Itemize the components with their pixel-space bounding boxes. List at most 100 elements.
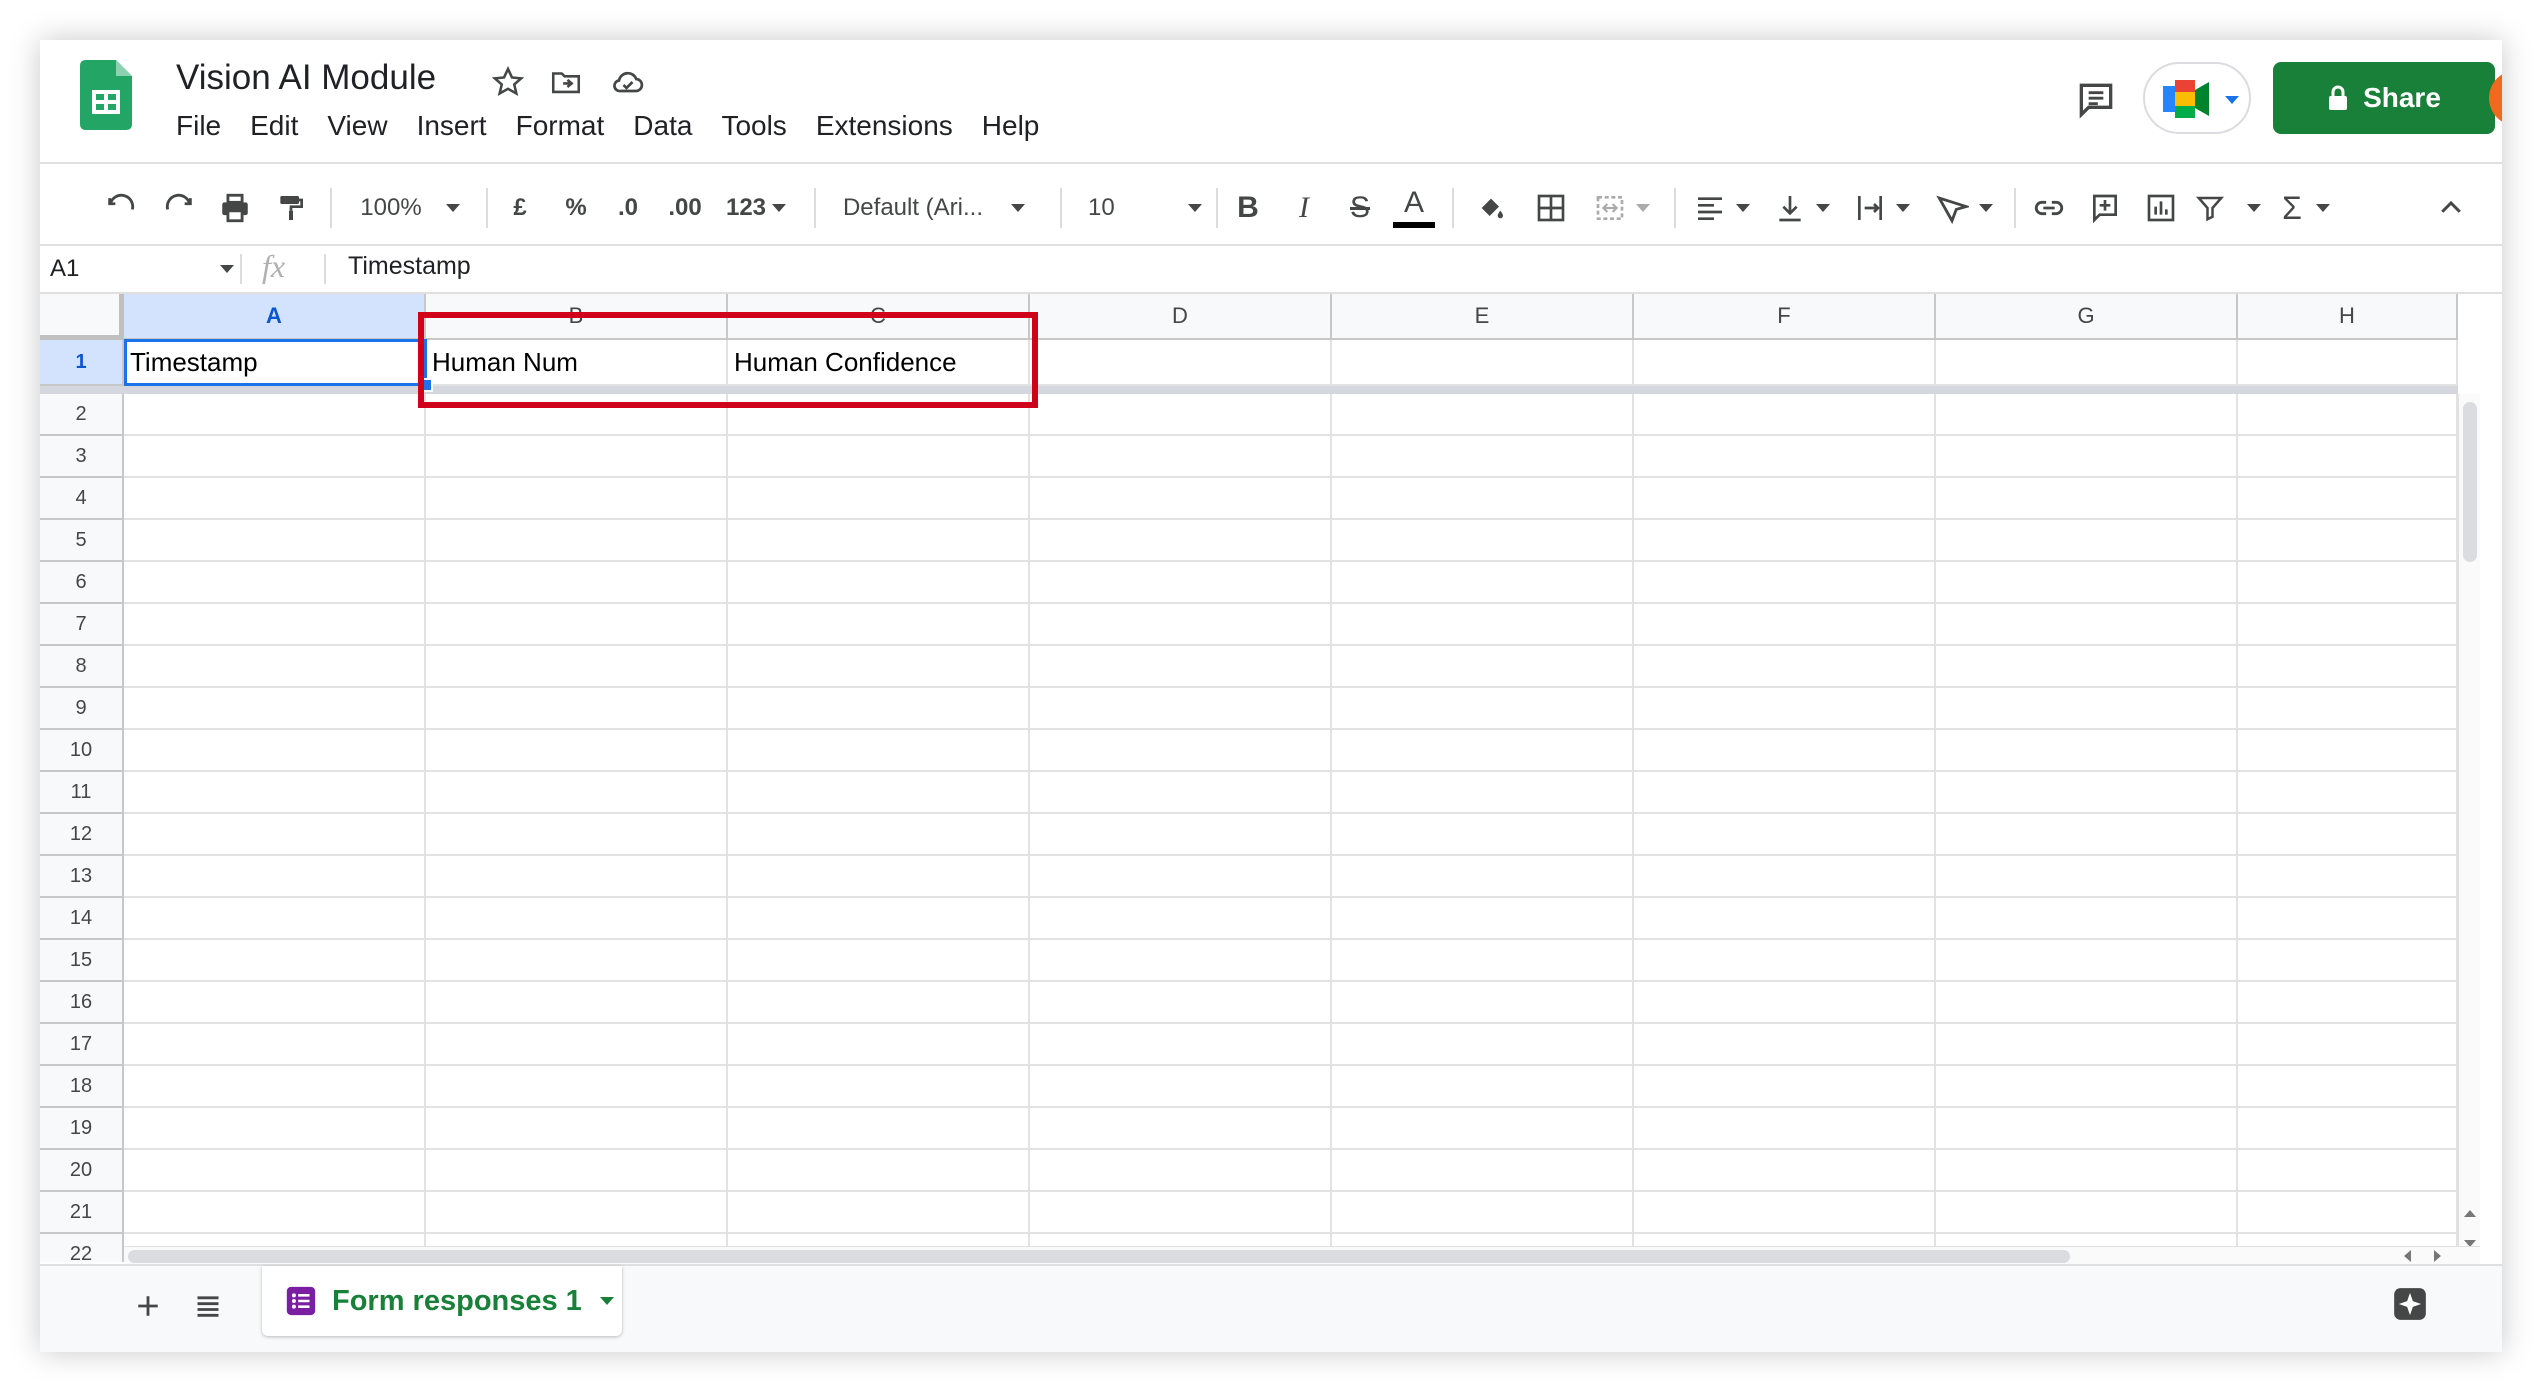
cell-e13[interactable] xyxy=(1332,856,1634,898)
cell-b5[interactable] xyxy=(426,520,728,562)
cell-b3[interactable] xyxy=(426,436,728,478)
cell-h11[interactable] xyxy=(2238,772,2458,814)
menu-extensions[interactable]: Extensions xyxy=(816,110,953,142)
fill-color-button[interactable] xyxy=(1466,174,1516,242)
cell-d18[interactable] xyxy=(1030,1066,1332,1108)
cell-f21[interactable] xyxy=(1634,1192,1936,1234)
cell-a5[interactable] xyxy=(124,520,426,562)
cell-c13[interactable] xyxy=(728,856,1030,898)
cell-c6[interactable] xyxy=(728,562,1030,604)
horizontal-scroll-thumb[interactable] xyxy=(128,1250,2070,1263)
cell-h17[interactable] xyxy=(2238,1024,2458,1066)
cell-d5[interactable] xyxy=(1030,520,1332,562)
cell-f7[interactable] xyxy=(1634,604,1936,646)
row-header-15[interactable]: 15 xyxy=(40,940,124,982)
cell-e19[interactable] xyxy=(1332,1108,1634,1150)
cell-h21[interactable] xyxy=(2238,1192,2458,1234)
text-color-button[interactable]: A xyxy=(1390,174,1438,242)
cell-d4[interactable] xyxy=(1030,478,1332,520)
cell-f20[interactable] xyxy=(1634,1150,1936,1192)
cell-h1[interactable] xyxy=(2238,340,2458,386)
column-header-g[interactable]: G xyxy=(1936,294,2238,340)
cell-g5[interactable] xyxy=(1936,520,2238,562)
cell-f14[interactable] xyxy=(1634,898,1936,940)
cell-e15[interactable] xyxy=(1332,940,1634,982)
scroll-up-arrow-icon[interactable] xyxy=(2464,1210,2476,1217)
row-header-18[interactable]: 18 xyxy=(40,1066,124,1108)
cell-g1[interactable] xyxy=(1936,340,2238,386)
name-box[interactable]: A1 xyxy=(40,246,240,292)
move-to-folder-icon[interactable] xyxy=(546,62,586,102)
cell-b12[interactable] xyxy=(426,814,728,856)
text-rotation-button[interactable] xyxy=(1924,174,2004,242)
cell-e5[interactable] xyxy=(1332,520,1634,562)
cell-h10[interactable] xyxy=(2238,730,2458,772)
cell-d19[interactable] xyxy=(1030,1108,1332,1150)
row-header-12[interactable]: 12 xyxy=(40,814,124,856)
cell-f6[interactable] xyxy=(1634,562,1936,604)
cell-a16[interactable] xyxy=(124,982,426,1024)
cell-d3[interactable] xyxy=(1030,436,1332,478)
cell-a10[interactable] xyxy=(124,730,426,772)
cell-e1[interactable] xyxy=(1332,340,1634,386)
cell-d13[interactable] xyxy=(1030,856,1332,898)
cell-g21[interactable] xyxy=(1936,1192,2238,1234)
row-header-11[interactable]: 11 xyxy=(40,772,124,814)
document-title[interactable]: Vision AI Module xyxy=(176,58,436,98)
cell-c5[interactable] xyxy=(728,520,1030,562)
cell-f10[interactable] xyxy=(1634,730,1936,772)
cell-a3[interactable] xyxy=(124,436,426,478)
cell-d20[interactable] xyxy=(1030,1150,1332,1192)
cell-c20[interactable] xyxy=(728,1150,1030,1192)
cell-b4[interactable] xyxy=(426,478,728,520)
cell-c18[interactable] xyxy=(728,1066,1030,1108)
cell-a12[interactable] xyxy=(124,814,426,856)
cell-d21[interactable] xyxy=(1030,1192,1332,1234)
row-header-3[interactable]: 3 xyxy=(40,436,124,478)
paint-format-button[interactable] xyxy=(268,174,314,242)
cell-g12[interactable] xyxy=(1936,814,2238,856)
vertical-scroll-thumb[interactable] xyxy=(2463,402,2477,562)
row-header-1[interactable]: 1 xyxy=(40,340,124,386)
cell-a6[interactable] xyxy=(124,562,426,604)
cell-d1[interactable] xyxy=(1030,340,1332,386)
borders-button[interactable] xyxy=(1526,174,1576,242)
cell-f5[interactable] xyxy=(1634,520,1936,562)
cell-c15[interactable] xyxy=(728,940,1030,982)
cell-h2[interactable] xyxy=(2238,394,2458,436)
cell-c16[interactable] xyxy=(728,982,1030,1024)
font-size-select[interactable]: 10 xyxy=(1076,174,1208,242)
cell-b19[interactable] xyxy=(426,1108,728,1150)
cell-g17[interactable] xyxy=(1936,1024,2238,1066)
cell-b15[interactable] xyxy=(426,940,728,982)
row-header-7[interactable]: 7 xyxy=(40,604,124,646)
zoom-select[interactable]: 100% xyxy=(350,174,470,242)
row-header-17[interactable]: 17 xyxy=(40,1024,124,1066)
cell-a13[interactable] xyxy=(124,856,426,898)
cell-c17[interactable] xyxy=(728,1024,1030,1066)
cell-h7[interactable] xyxy=(2238,604,2458,646)
row-header-6[interactable]: 6 xyxy=(40,562,124,604)
cell-d11[interactable] xyxy=(1030,772,1332,814)
cell-a21[interactable] xyxy=(124,1192,426,1234)
menu-format[interactable]: Format xyxy=(516,110,605,142)
cell-b10[interactable] xyxy=(426,730,728,772)
column-header-e[interactable]: E xyxy=(1332,294,1634,340)
cell-g13[interactable] xyxy=(1936,856,2238,898)
cell-f9[interactable] xyxy=(1634,688,1936,730)
vertical-scrollbar[interactable] xyxy=(2458,394,2480,1262)
menu-file[interactable]: File xyxy=(176,110,221,142)
cell-a8[interactable] xyxy=(124,646,426,688)
cell-f8[interactable] xyxy=(1634,646,1936,688)
cell-c9[interactable] xyxy=(728,688,1030,730)
cell-c7[interactable] xyxy=(728,604,1030,646)
cell-b14[interactable] xyxy=(426,898,728,940)
menu-view[interactable]: View xyxy=(327,110,387,142)
redo-button[interactable] xyxy=(156,174,202,242)
format-currency-button[interactable]: £ xyxy=(496,174,544,242)
row-header-10[interactable]: 10 xyxy=(40,730,124,772)
cell-g3[interactable] xyxy=(1936,436,2238,478)
cell-a4[interactable] xyxy=(124,478,426,520)
select-all-corner[interactable] xyxy=(40,294,124,340)
cell-h13[interactable] xyxy=(2238,856,2458,898)
